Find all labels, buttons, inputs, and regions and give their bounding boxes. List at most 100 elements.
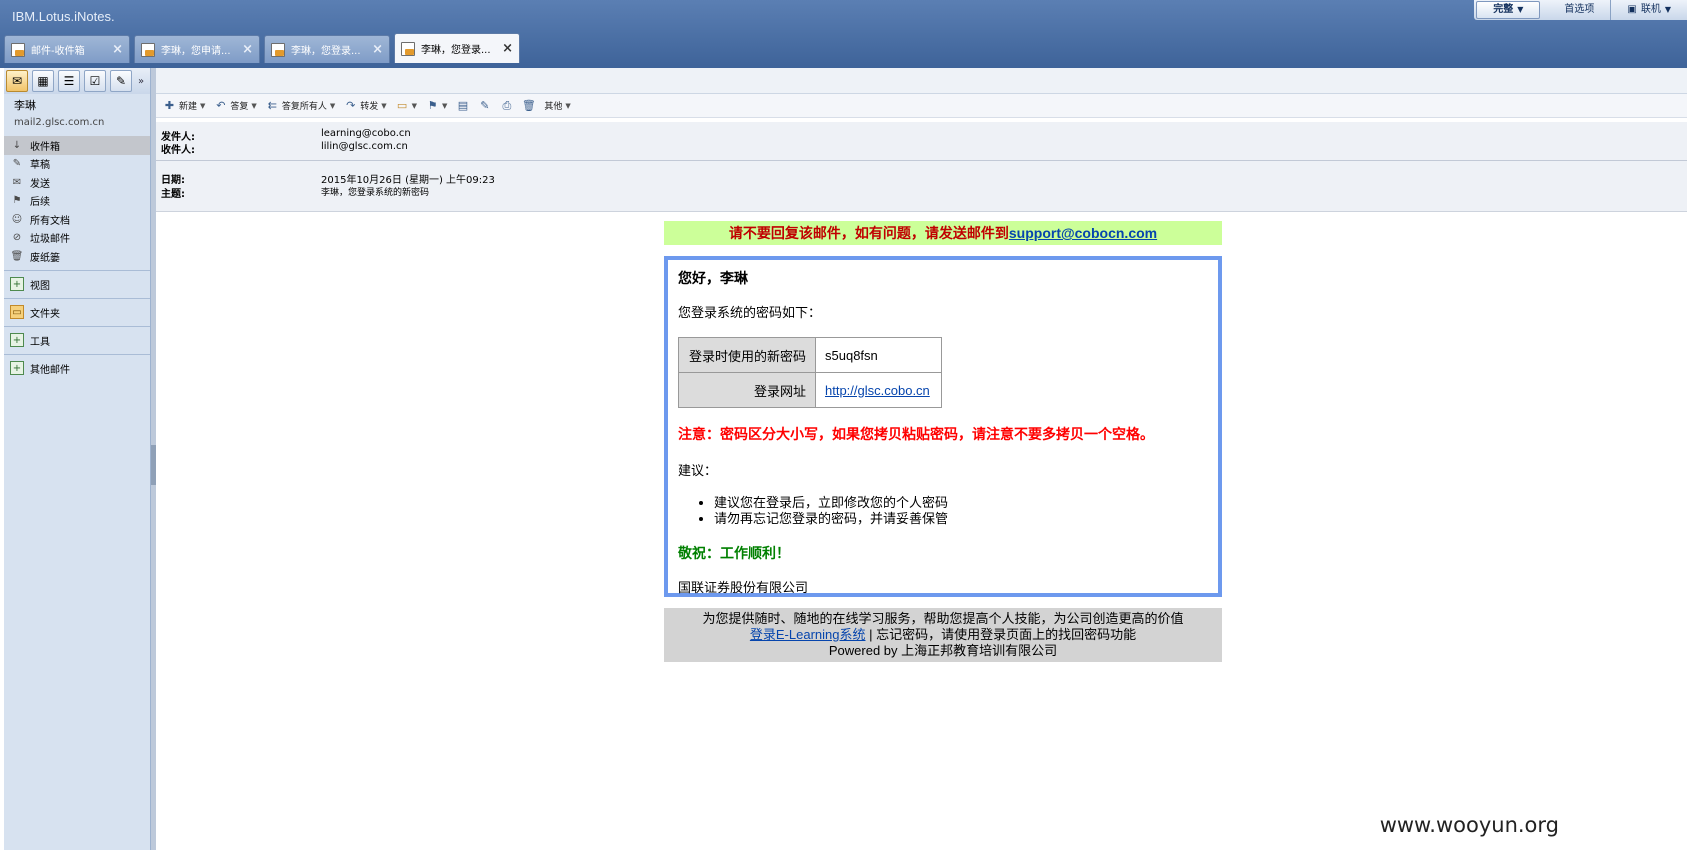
mail-nav: ↓ 收件箱 ✎ 草稿 ✉ 发送 ⚑ 后续 ☺ 所有文档 ⊘ 垃圾邮件 🗑 废纸篓 [4, 136, 150, 266]
reply-all-icon: ⇇ [267, 99, 277, 112]
mail-body: 请不要回复该邮件，如有问题，请发送邮件到support@cobocn.com 您… [664, 221, 1222, 662]
message-header: 发件人: learning@cobo.cn 收件人: lilin@glsc.co… [156, 122, 1687, 212]
nav-label: 收件箱 [30, 141, 60, 153]
online-label: 联机 [1640, 4, 1661, 15]
calendar-icon[interactable]: ▦ [32, 70, 54, 92]
reply-all-button[interactable]: ⇇ 答复所有人 ▼ [263, 99, 338, 112]
regards-text: 敬祝：工作顺利！ [678, 545, 790, 561]
sidebar-section-tools[interactable]: + 工具 [4, 325, 150, 354]
header-date-row: 日期: 2015年10月26日 (星期一) 上午09:23 [161, 171, 495, 186]
mail-icon[interactable]: ✉ [6, 70, 28, 92]
draft-icon: ✎ [12, 158, 22, 170]
close-icon[interactable]: × [242, 42, 253, 57]
main-panel: ✚ 新建 ▼ ↶ 答复 ▼ ⇇ 答复所有人 ▼ ↷ 转发 ▼ ▭ ▼ ⚑ ▼ ▤ [156, 68, 1687, 850]
forward-button[interactable]: ↷ 转发 ▼ [341, 99, 389, 112]
main-top-strip [156, 68, 1687, 94]
to-value: lilin@glsc.com.cn [321, 141, 408, 152]
sidebar-item-trash[interactable]: 🗑 废纸篓 [4, 247, 150, 266]
notice-text: 请不要回复该邮件，如有问题，请发送邮件到 [728, 225, 1009, 241]
credentials-table: 登录时使用的新密码 s5uq8fsn 登录网址 http://glsc.cobo… [678, 337, 942, 408]
sidebar-section-other-mail[interactable]: + 其他邮件 [4, 353, 150, 382]
nav-label: 草稿 [30, 160, 50, 172]
sidebar-item-junk[interactable]: ⊘ 垃圾邮件 [4, 229, 150, 248]
reply-icon: ↶ [216, 99, 226, 112]
close-icon[interactable]: × [372, 42, 383, 57]
sidebar-item-followup[interactable]: ⚑ 后续 [4, 192, 150, 211]
notebook-icon[interactable]: ✎ [110, 70, 132, 92]
sidebar-item-all-documents[interactable]: ☺ 所有文档 [4, 210, 150, 229]
tab-message-2[interactable]: 李琳，您登录... × [264, 35, 390, 63]
intro-text: 您登录系统的密码如下： [678, 305, 822, 320]
move-to-folder-button[interactable]: ▭ ▼ [393, 99, 420, 112]
preferences-label: 首选项 [1564, 4, 1595, 15]
sidebar-section-folders[interactable]: ▭ 文件夹 [4, 297, 150, 326]
sidebar-toolbar: ✉ ▦ ☰ ☑ ✎ » [4, 68, 150, 94]
sidebar-item-inbox[interactable]: ↓ 收件箱 [4, 136, 150, 155]
action-label: 转发 [360, 102, 379, 112]
more-actions-button[interactable]: 其他 ▼ [541, 99, 573, 113]
close-icon[interactable]: × [502, 41, 513, 56]
mode-dropdown[interactable]: 完整 ▼ [1476, 1, 1541, 19]
preferences-link[interactable]: 首选项 [1548, 0, 1612, 20]
top-bar: IBM.Lotus.iNotes. 完整 ▼ 首选项 ▣ 联机 ▼ 邮件-收件箱… [0, 0, 1687, 68]
inbox-icon: ↓ [12, 139, 22, 151]
watermark: www.wooyun.org [1379, 813, 1559, 837]
greeting: 您好，李琳 [678, 270, 748, 286]
delete-button[interactable]: 🗑 [519, 99, 538, 112]
footer-line-2-text: | 忘记密码，请使用登录页面上的找回密码功能 [865, 627, 1137, 642]
edit-icon: ✎ [480, 99, 490, 112]
more-chevron-icon[interactable]: » [138, 76, 144, 87]
close-icon[interactable]: × [112, 42, 123, 57]
plus-icon: + [10, 333, 24, 347]
chevron-down-icon: ▼ [411, 101, 418, 110]
reply-button[interactable]: ↶ 答复 ▼ [211, 99, 259, 112]
folder-icon: ▭ [10, 305, 24, 319]
password-value: s5uq8fsn [815, 337, 942, 373]
mail-footer: 为您提供随时、随地的在线学习服务，帮助您提高个人技能，为公司创造更高的价值 登录… [664, 608, 1222, 662]
login-url-link[interactable]: http://glsc.cobo.cn [825, 383, 930, 398]
tab-message-3-active[interactable]: 李琳，您登录... × [394, 33, 520, 63]
chevron-down-icon: ▼ [1664, 5, 1671, 14]
to-label: 收件人: [161, 145, 195, 156]
action-label: 答复所有人 [281, 102, 327, 112]
follow-up-button[interactable]: ⚑ ▼ [423, 99, 450, 112]
footer-line-1: 为您提供随时、随地的在线学习服务，帮助您提高个人技能，为公司创造更高的价值 [702, 611, 1184, 626]
elearning-login-link[interactable]: 登录E-Learning系统 [750, 627, 866, 642]
computer-icon: ▣ [1627, 4, 1637, 15]
sidebar-section-views[interactable]: + 视图 [4, 269, 150, 298]
list-item: 请勿再忘记您登录的密码，并请妥善保管 [714, 511, 1208, 527]
flag-icon: ⚑ [12, 195, 22, 207]
section-label: 工具 [30, 336, 50, 348]
footer-line-2: 登录E-Learning系统 | 忘记密码，请使用登录页面上的找回密码功能 [664, 627, 1222, 643]
mail-doc-icon [141, 42, 155, 57]
online-status-dropdown[interactable]: ▣ 联机 ▼ [1611, 0, 1687, 20]
new-button[interactable]: ✚ 新建 ▼ [160, 99, 208, 112]
junk-icon: ⊘ [12, 232, 22, 244]
user-server: mail2.glsc.com.cn [14, 117, 105, 128]
suggestion-title: 建议： [678, 463, 718, 478]
sidebar-item-drafts[interactable]: ✎ 草稿 [4, 155, 150, 174]
print-button[interactable]: ⎙ [497, 99, 516, 112]
chevron-down-icon: ▼ [200, 101, 206, 110]
sidebar-item-sent[interactable]: ✉ 发送 [4, 173, 150, 192]
nav-label: 后续 [30, 197, 50, 209]
forward-icon: ↷ [346, 99, 356, 112]
view-source-button[interactable]: ▤ [453, 99, 472, 112]
tab-label: 李琳，您申请... [161, 46, 231, 57]
print-icon: ⎙ [502, 98, 512, 112]
mode-label: 完整 [1493, 4, 1514, 15]
notice-banner: 请不要回复该邮件，如有问题，请发送邮件到support@cobocn.com [664, 221, 1222, 245]
plus-icon: + [10, 361, 24, 375]
trash-icon: 🗑 [10, 250, 24, 262]
tab-label: 李琳，您登录... [421, 45, 491, 56]
edit-button[interactable]: ✎ [475, 99, 494, 112]
support-email-link[interactable]: support@cobocn.com [1009, 225, 1157, 241]
tab-message-1[interactable]: 李琳，您申请... × [134, 35, 260, 63]
sent-icon: ✉ [12, 176, 22, 188]
contacts-icon[interactable]: ☰ [58, 70, 80, 92]
tips-list: 建议您在登录后，立即修改您的个人密码 请勿再忘记您登录的密码，并请妥善保管 [678, 495, 1208, 527]
subject-value: 李琳，您登录系统的新密码 [321, 188, 430, 198]
todo-icon[interactable]: ☑ [84, 70, 106, 92]
tab-inbox[interactable]: 邮件-收件箱 × [4, 35, 130, 63]
password-label: 登录时使用的新密码 [678, 337, 816, 373]
